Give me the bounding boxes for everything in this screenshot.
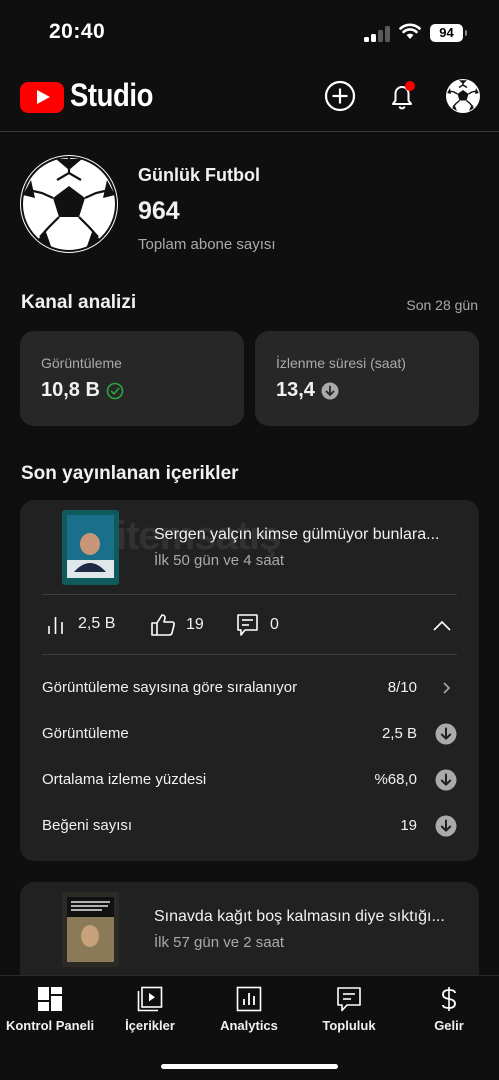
video-title[interactable]: Sınavda kağıt boş kalmasın diye sıktığı.… (154, 908, 445, 926)
earn-icon (442, 987, 456, 1011)
community-icon (337, 987, 361, 1012)
avg-view-percent-label: Ortalama izleme yüzdesi (42, 771, 207, 788)
battery-indicator: 94 (430, 24, 467, 42)
avg-view-percent-value: %68,0 (374, 771, 417, 788)
views-detail-label: Görüntüleme (42, 725, 129, 742)
channel-summary: Günlük Futbol 964 Toplam abone sayısı (20, 155, 480, 255)
home-indicator[interactable] (161, 1064, 338, 1069)
watch-time-stat-value-row: 13,4 (276, 379, 339, 402)
views-metric: 2,5 B (46, 613, 115, 635)
rank-row[interactable]: Görüntüleme sayısına göre sıralanıyor 8/… (42, 677, 457, 701)
nav-analytics-label: Analytics (220, 1018, 278, 1033)
chevron-up-icon[interactable] (432, 620, 452, 632)
card-divider (42, 594, 457, 595)
video-title[interactable]: Sergen yalçın kimse gülmüyor bunlara... (154, 526, 439, 544)
studio-brand-text: Studio (70, 77, 154, 113)
likes-detail-value: 19 (400, 817, 417, 834)
chevron-right-icon (443, 682, 451, 694)
channel-avatar[interactable] (20, 155, 118, 253)
soccer-ball-icon (447, 80, 479, 112)
app-header: Studio (0, 62, 499, 132)
card-divider (42, 654, 457, 655)
account-avatar[interactable] (446, 79, 480, 113)
likes-detail-row: Beğeni sayısı 19 (42, 815, 457, 839)
video-thumbnail[interactable] (62, 892, 119, 967)
video-thumbnail[interactable] (62, 510, 119, 585)
comments-metric-value: 0 (270, 616, 279, 633)
watch-time-stat-label: İzlenme süresi (saat) (276, 355, 406, 371)
nav-community[interactable]: Topluluk (299, 986, 399, 1033)
nav-analytics[interactable]: Analytics (199, 986, 299, 1033)
views-detail-row: Görüntüleme 2,5 B (42, 723, 457, 747)
soccer-ball-icon (21, 156, 117, 252)
video-age: İlk 57 gün ve 2 saat (154, 934, 285, 951)
check-circle-icon (106, 382, 124, 399)
views-detail-value: 2,5 B (381, 725, 417, 742)
likes-detail-label: Beğeni sayısı (42, 817, 133, 834)
thumbs-up-icon (151, 614, 175, 636)
subscriber-count: 964 (138, 197, 180, 225)
nav-community-label: Topluluk (322, 1018, 376, 1033)
views-stat-label: Görüntüleme (41, 355, 122, 371)
avg-view-percent-row: Ortalama izleme yüzdesi %68,0 (42, 769, 457, 793)
video-thumbnail-image (62, 892, 119, 967)
rank-value: 8/10 (387, 679, 417, 696)
arrow-down-circle-icon (435, 723, 457, 745)
views-stat-card[interactable]: Görüntüleme 10,8 B (20, 331, 244, 426)
status-bar: 20:40 94 (0, 0, 499, 62)
subscriber-label: Toplam abone sayısı (138, 236, 276, 253)
dashboard-icon (38, 987, 62, 1011)
channel-analytics-title: Kanal analizi (21, 292, 137, 313)
video-thumbnail-image (62, 510, 119, 585)
bar-chart-icon (48, 617, 63, 634)
nav-earn-label: Gelir (434, 1018, 464, 1033)
nav-earn[interactable]: Gelir (399, 986, 499, 1033)
nav-content-label: İçerikler (125, 1018, 175, 1033)
cellular-signal-icon (364, 26, 392, 42)
views-stat-value-row: 10,8 B (41, 379, 124, 402)
comments-metric: 0 (236, 613, 279, 637)
nav-content[interactable]: İçerikler (100, 986, 200, 1033)
views-stat-value: 10,8 B (41, 379, 100, 401)
arrow-down-circle-icon (435, 815, 457, 837)
youtube-logo-icon[interactable] (20, 82, 64, 113)
rank-label: Görüntüleme sayısına göre sıralanıyor (42, 679, 298, 696)
likes-metric-value: 19 (186, 616, 204, 633)
recent-video-card[interactable]: itemsatış Sergen yalçın kimse gülmüyor b… (20, 500, 479, 861)
arrow-down-circle-icon (321, 382, 339, 399)
notifications-bell-icon[interactable] (385, 79, 419, 113)
comment-icon (237, 614, 258, 636)
likes-metric: 19 (150, 613, 204, 637)
analytics-period: Son 28 gün (406, 297, 478, 313)
watch-time-stat-card[interactable]: İzlenme süresi (saat) 13,4 (255, 331, 479, 426)
watch-time-stat-value: 13,4 (276, 379, 315, 401)
nav-dashboard[interactable]: Kontrol Paneli (0, 986, 100, 1033)
views-metric-value: 2,5 B (78, 615, 116, 632)
recent-content-title: Son yayınlanan içerikler (21, 463, 239, 484)
nav-dashboard-label: Kontrol Paneli (5, 1018, 95, 1033)
create-icon[interactable] (323, 79, 357, 113)
arrow-down-circle-icon (435, 769, 457, 791)
channel-name: Günlük Futbol (138, 165, 260, 185)
video-age: İlk 50 gün ve 4 saat (154, 552, 285, 569)
status-time: 20:40 (49, 20, 106, 43)
wifi-icon (399, 23, 421, 39)
content-icon (137, 986, 163, 1012)
analytics-icon (236, 986, 262, 1012)
